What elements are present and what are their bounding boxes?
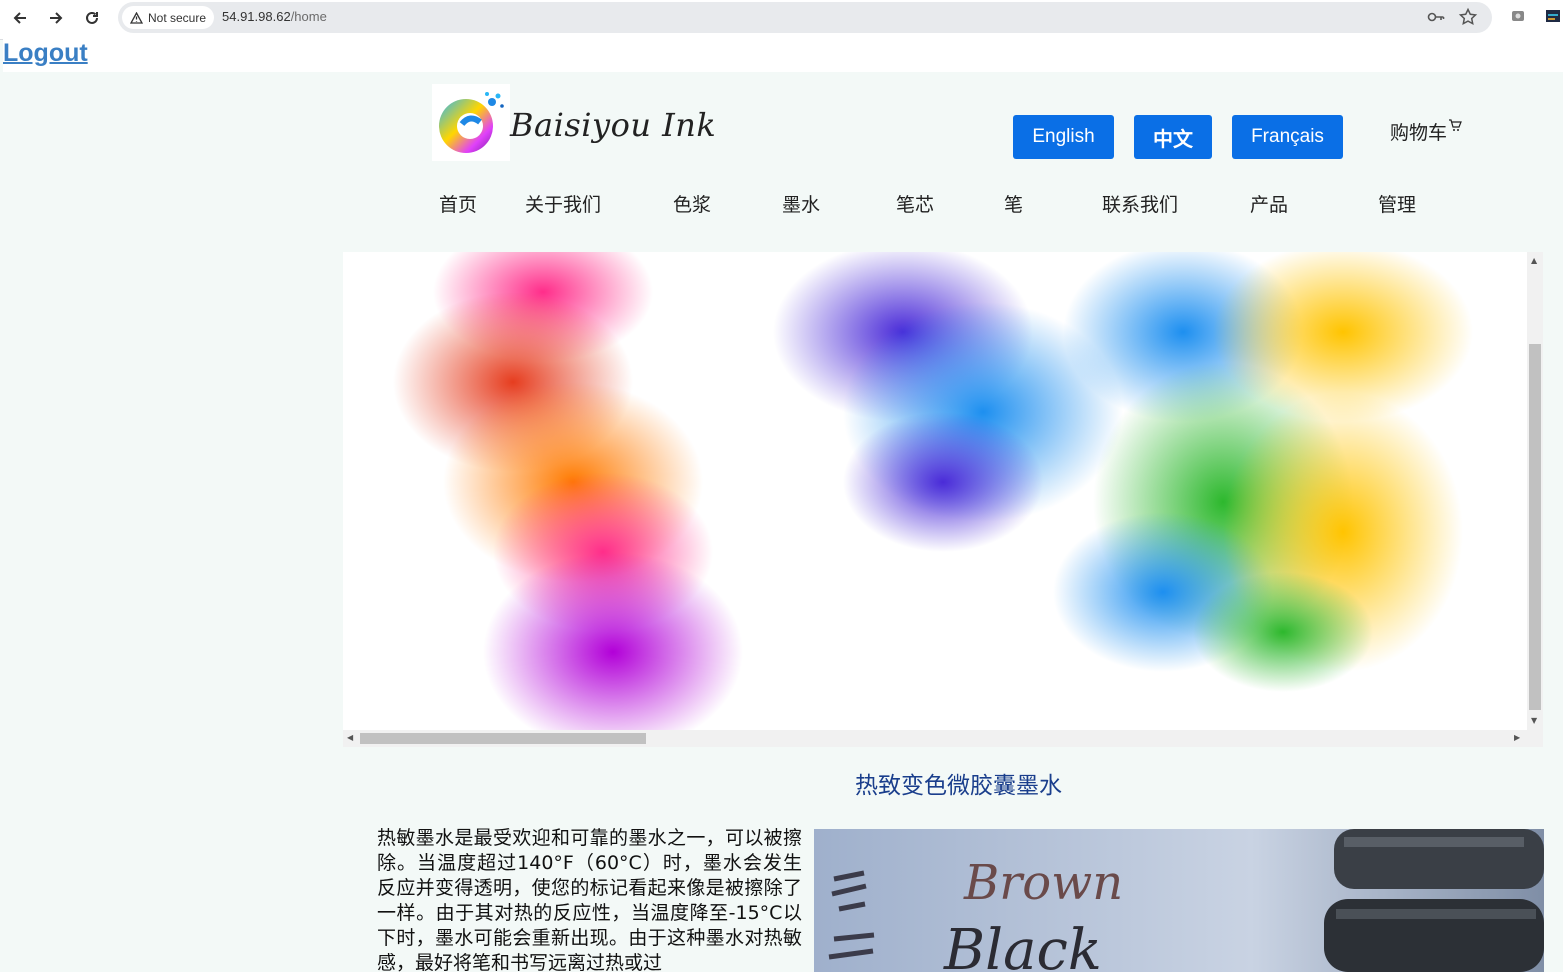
banner-horizontal-scrollbar[interactable]: ◀ ▶ (343, 730, 1527, 747)
logout-link[interactable]: Logout (3, 38, 1563, 72)
menu-refill[interactable]: 笔芯 (896, 190, 934, 217)
pen-writing-photo: Brown Black (814, 829, 1544, 972)
chinese-button[interactable]: 中文 (1134, 115, 1212, 159)
menu-about[interactable]: 关于我们 (525, 190, 601, 217)
extension-icon[interactable] (1511, 8, 1525, 22)
ink-splash-image (343, 252, 1527, 747)
reload-icon[interactable] (78, 6, 106, 30)
key-icon[interactable] (1426, 7, 1446, 31)
scroll-down-arrow-icon[interactable]: ▼ (1531, 716, 1537, 725)
scroll-up-arrow-icon[interactable]: ▲ (1531, 256, 1537, 265)
browser-toolbar: Not secure 54.91.98.62/home (0, 0, 1563, 40)
scroll-right-arrow-icon[interactable]: ▶ (1514, 733, 1520, 742)
security-label: Not secure (148, 10, 207, 25)
scroll-left-arrow-icon[interactable]: ◀ (347, 733, 353, 742)
vertical-scroll-thumb[interactable] (1529, 344, 1541, 710)
forward-icon[interactable] (42, 6, 70, 30)
url-path: /home (290, 9, 327, 24)
scrollbar-corner (1527, 730, 1543, 747)
english-button[interactable]: English (1013, 115, 1114, 159)
star-icon[interactable] (1458, 7, 1478, 31)
cart-link[interactable]: 购物车 (1390, 118, 1462, 145)
profile-extension-icon[interactable] (1546, 8, 1560, 22)
hero-banner: ▲ ▼ ◀ ▶ (343, 252, 1543, 747)
brand-name: Baisiyou Ink (510, 106, 717, 144)
section-title: 热致变色微胶囊墨水 (855, 773, 1062, 799)
menu-pigment[interactable]: 色浆 (673, 190, 711, 217)
menu-ink[interactable]: 墨水 (782, 190, 820, 217)
photo-word-black: Black (943, 918, 1102, 972)
security-chip[interactable]: Not secure (122, 6, 215, 29)
menu-pen[interactable]: 笔 (1004, 190, 1023, 217)
cart-icon (1448, 118, 1462, 136)
address-bar[interactable]: Not secure 54.91.98.62/home (118, 2, 1492, 33)
cart-label: 购物车 (1390, 122, 1448, 144)
french-button[interactable]: Français (1232, 115, 1343, 159)
menu-products[interactable]: 产品 (1250, 190, 1288, 217)
horizontal-scroll-thumb[interactable] (360, 733, 646, 744)
banner-vertical-scrollbar[interactable]: ▲ ▼ (1527, 252, 1543, 730)
photo-word-brown: Brown (963, 855, 1123, 911)
description-text: 热敏墨水是最受欢迎和可靠的墨水之一，可以被擦除。当温度超过140°F（60°C）… (377, 827, 802, 972)
warning-icon (130, 11, 143, 24)
menu-admin[interactable]: 管理 (1378, 190, 1416, 217)
url-host: 54.91.98.62 (222, 9, 291, 24)
brand-logo[interactable] (432, 84, 510, 161)
menu-home[interactable]: 首页 (439, 190, 477, 217)
menu-contact[interactable]: 联系我们 (1102, 190, 1178, 217)
back-icon[interactable] (6, 6, 34, 30)
url-text[interactable]: 54.91.98.62/home (222, 9, 327, 24)
logout-label: Logout (3, 39, 88, 67)
